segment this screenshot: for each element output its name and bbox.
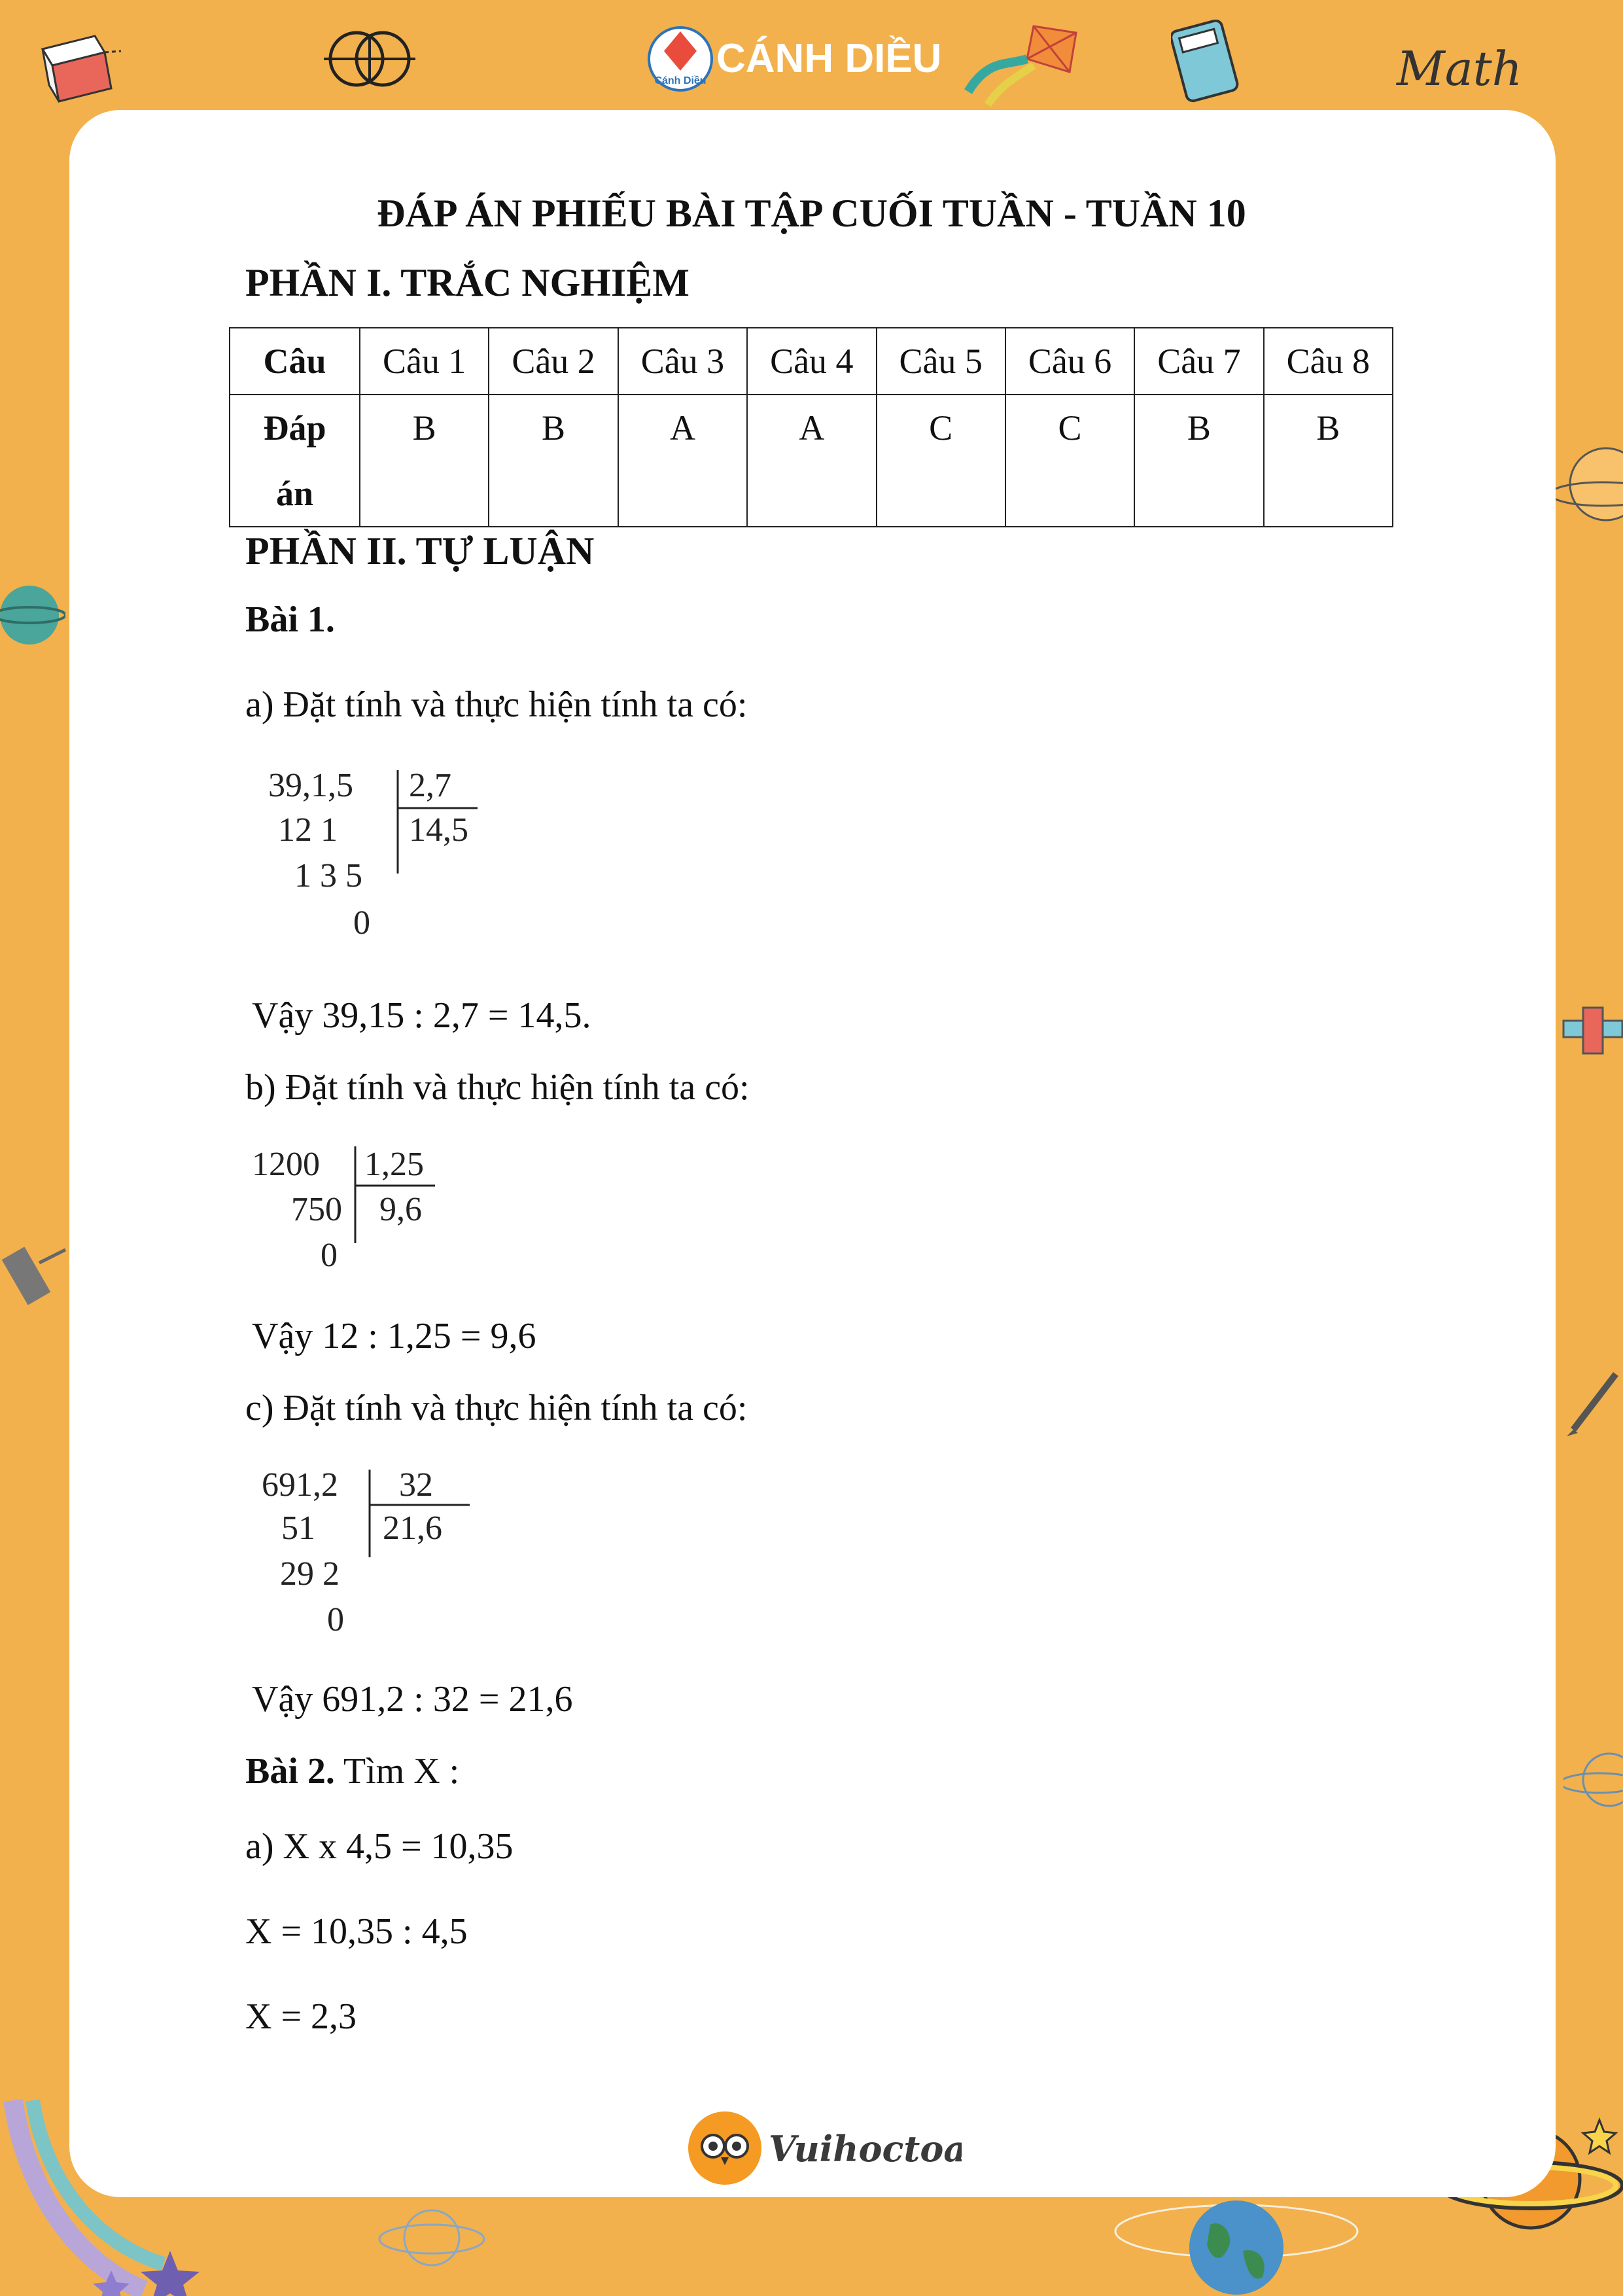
bai2-heading: Bài 2. Tìm X : — [245, 1750, 459, 1792]
bai1b-result: Vậy 12 : 1,25 = 9,6 — [252, 1316, 536, 1356]
question-cell: Câu 6 — [1004, 327, 1136, 395]
question-cell: Câu 2 — [488, 327, 619, 395]
answer-cell: B — [488, 394, 619, 527]
answer-cell: B — [1134, 394, 1265, 527]
vuihoctoan-logo: Vuihoctoan5 — [688, 2111, 962, 2185]
part2-heading: PHẦN II. TỰ LUẬN — [245, 529, 595, 573]
question-cell: Câu 8 — [1263, 327, 1394, 395]
long-division-a: 39,1,5 2,7 14,5 12 1 1 3 5 0 — [268, 767, 478, 942]
question-cell: Câu 3 — [617, 327, 748, 395]
answer-cell: A — [617, 394, 748, 527]
divisor: 1,25 — [364, 1146, 424, 1183]
bai1c-intro: c) Đặt tính và thực hiện tính ta có: — [245, 1388, 748, 1428]
step: 750 — [291, 1191, 342, 1228]
question-cell: Câu 5 — [875, 327, 1006, 395]
step: 1 3 5 — [294, 857, 362, 894]
worksheet-page: Cánh Diều CÁNH DIỀU Math ĐÁP ÁN PHIẾU BÀ… — [0, 0, 1623, 2296]
answer-cell: B — [358, 394, 490, 527]
answer-cell: B — [1263, 394, 1394, 527]
question-cell: Câu 1 — [358, 327, 490, 395]
long-division-b: 1200 1,25 9,6 750 0 — [252, 1146, 435, 1274]
table-header-dap-an: Đáp án — [229, 394, 360, 527]
svg-text:Vuihoctoan5: Vuihoctoan5 — [769, 2128, 962, 2170]
bai1b-intro: b) Đặt tính và thực hiện tính ta có: — [245, 1067, 750, 1108]
long-division-c: 691,2 32 21,6 51 29 2 0 — [262, 1466, 470, 1638]
step: 12 1 — [278, 811, 338, 849]
question-cell: Câu 4 — [746, 327, 877, 395]
bai2-line: X = 10,35 : 4,5 — [245, 1911, 468, 1952]
divisor: 2,7 — [409, 767, 451, 804]
bai2-label: Bài 2. — [245, 1751, 335, 1792]
bai1-label: Bài 1. — [245, 599, 335, 640]
quotient: 14,5 — [409, 811, 468, 849]
answer-table: Câu Câu 1 Câu 2 Câu 3 Câu 4 Câu 5 Câu 6 … — [229, 327, 1394, 527]
bai1c-result: Vậy 691,2 : 32 = 21,6 — [252, 1679, 573, 1720]
bai2-task: Tìm X : — [334, 1751, 460, 1792]
step: 51 — [281, 1510, 315, 1547]
quotient: 9,6 — [379, 1191, 422, 1228]
page-title: ĐÁP ÁN PHIẾU BÀI TẬP CUỐI TUẦN - TUẦN 10 — [377, 192, 1246, 235]
bai1a-result: Vậy 39,15 : 2,7 = 14,5. — [252, 995, 591, 1036]
dap-an-line1: Đáp — [263, 408, 326, 448]
step: 29 2 — [280, 1555, 340, 1593]
bai2-line: a) X x 4,5 = 10,35 — [245, 1826, 514, 1867]
answer-cell: A — [746, 394, 877, 527]
dividend: 691,2 — [262, 1466, 338, 1504]
step: 0 — [321, 1237, 338, 1274]
dividend: 39,1,5 — [268, 767, 353, 804]
dividend: 1200 — [252, 1146, 320, 1183]
table-header-cau: Câu — [229, 327, 360, 395]
step: 0 — [353, 904, 370, 942]
answer-cell: C — [875, 394, 1006, 527]
quotient: 21,6 — [383, 1510, 442, 1547]
answer-cell: C — [1004, 394, 1136, 527]
bai1a-intro: a) Đặt tính và thực hiện tính ta có: — [245, 684, 748, 725]
bai2-line: X = 2,3 — [245, 1996, 357, 2037]
part1-heading: PHẦN I. TRẮC NGHIỆM — [245, 261, 689, 304]
step: 0 — [327, 1601, 344, 1638]
dap-an-line2: án — [275, 474, 314, 513]
divisor: 32 — [399, 1466, 433, 1504]
question-cell: Câu 7 — [1134, 327, 1265, 395]
